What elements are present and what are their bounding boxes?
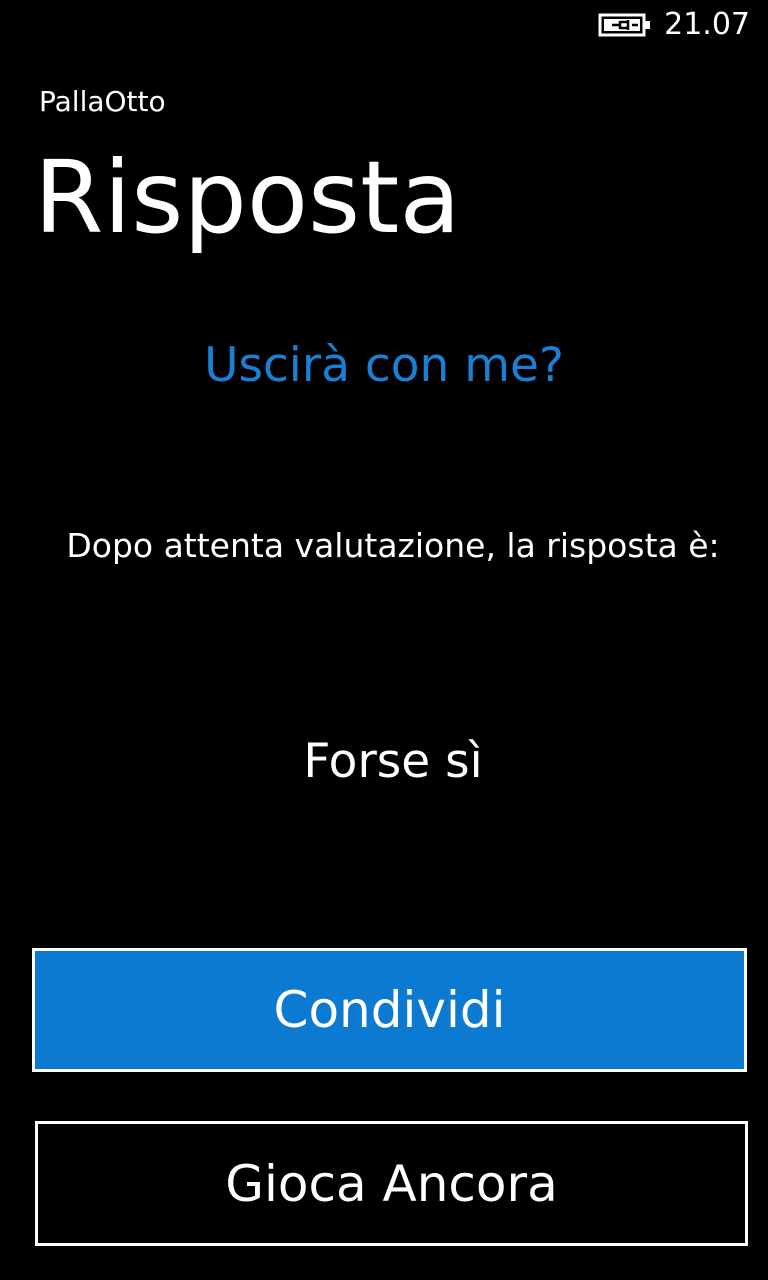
play-again-button[interactable]: Gioca Ancora <box>35 1121 748 1246</box>
battery-charging-icon <box>598 12 652 38</box>
share-button[interactable]: Condividi <box>32 948 747 1072</box>
answer-text: Forse sì <box>303 734 483 789</box>
play-again-button-label: Gioca Ancora <box>225 1154 558 1213</box>
question-text: Uscirà con me? <box>204 338 564 393</box>
status-time: 21.07 <box>664 7 750 42</box>
page-title: Risposta <box>34 139 461 256</box>
app-name: PallaOtto <box>39 85 166 118</box>
status-bar: 21.07 <box>0 0 768 50</box>
intro-text: Dopo attenta valutazione, la risposta è: <box>66 526 720 565</box>
share-button-label: Condividi <box>273 981 506 1039</box>
